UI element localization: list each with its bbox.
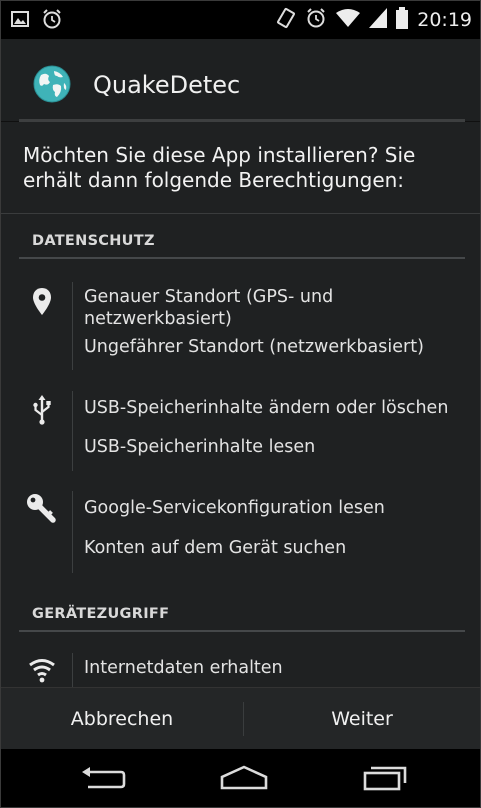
section-divider [19,630,465,632]
cancel-button[interactable]: Abbrechen [1,688,243,750]
key-icon [25,493,59,523]
permission-item: Internetdaten erhalten [84,658,283,678]
status-bar: 20:19 [1,1,480,39]
section-divider [19,257,465,259]
image-icon [11,11,29,31]
usb-icon [25,395,59,425]
battery-icon [396,7,409,33]
next-button[interactable]: Weiter [244,688,480,750]
location-pin-icon [25,288,59,316]
home-icon[interactable] [194,749,294,807]
section-header-privacy: DATENSCHUTZ [32,233,155,249]
install-prompt: Möchten Sie diese App installieren? Sie … [23,143,416,192]
permission-item: USB-Speicherinhalte lesen [84,437,316,457]
alarm-icon [305,7,327,33]
permission-item: Genauer Standort (GPS- und netzwerkbasie… [84,287,334,329]
app-header: QuakeDetec [1,39,480,121]
permission-group-divider [72,491,73,573]
wifi-icon [25,657,59,683]
permission-group-divider [72,282,73,370]
signal-icon [369,8,388,32]
permission-item: Konten auf dem Gerät suchen [84,538,347,558]
globe-icon [33,65,71,103]
permission-item: Ungefährer Standort (netzwerkbasiert) [84,337,424,357]
rotation-icon [276,7,296,33]
alarm-icon [41,8,63,34]
permission-group-divider [72,653,73,687]
permission-group-divider [72,391,73,471]
permission-item: Google-Servicekonfiguration lesen [84,498,385,518]
app-name: QuakeDetec [93,71,241,99]
prompt-divider [1,213,480,214]
dialog-actions: Abbrechen Weiter [1,687,480,750]
navigation-bar [1,749,480,807]
permission-item: USB-Speicherinhalte ändern oder löschen [84,398,449,418]
wifi-icon [336,8,361,32]
install-dialog-screen: 20:19 QuakeDetec Möchten Sie diese App i… [0,0,481,808]
clock: 20:19 [417,9,472,31]
recents-icon[interactable] [335,749,435,807]
back-icon[interactable] [53,749,153,807]
section-header-device-access: GERÄTEZUGRIFF [32,606,170,622]
